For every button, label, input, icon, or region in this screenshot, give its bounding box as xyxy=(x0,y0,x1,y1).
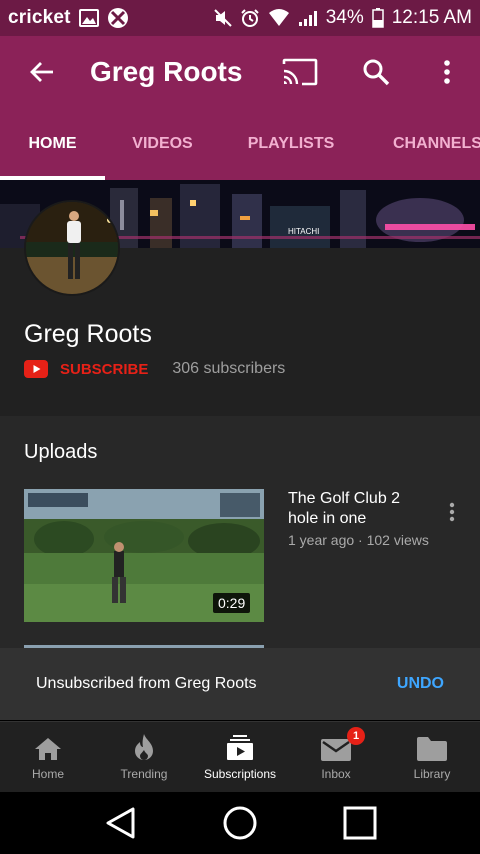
nav-subscriptions[interactable]: Subscriptions xyxy=(192,722,288,792)
tab-playlists[interactable]: PLAYLISTS xyxy=(220,108,362,180)
xbox-icon xyxy=(107,7,129,29)
system-navigation-bar xyxy=(0,792,480,854)
undo-button[interactable]: UNDO xyxy=(397,675,444,693)
cast-button[interactable] xyxy=(262,36,338,108)
snackbar: Unsubscribed from Greg Roots UNDO xyxy=(0,648,480,720)
channel-tabs: HOME VIDEOS PLAYLISTS CHANNELS xyxy=(0,108,480,180)
inbox-badge: 1 xyxy=(347,727,365,745)
search-icon xyxy=(363,59,390,86)
nav-library-label: Library xyxy=(413,767,451,781)
inbox-icon: 1 xyxy=(321,727,365,761)
clock: 12:15 AM xyxy=(391,7,472,28)
uploads-heading: Uploads xyxy=(24,441,98,463)
image-icon xyxy=(78,9,99,27)
banner-sign-text: HITACHI xyxy=(288,227,319,236)
subscriptions-icon xyxy=(226,733,254,761)
channel-name: Greg Roots xyxy=(24,320,152,348)
arrow-back-icon xyxy=(30,62,53,82)
home-icon xyxy=(34,733,62,761)
video-meta: 1 year ago · 102 views xyxy=(288,532,429,548)
nav-subscriptions-label: Subscriptions xyxy=(203,767,277,781)
circle-home-icon xyxy=(223,806,257,840)
video-duration: 0:29 xyxy=(213,593,251,613)
page-title: Greg Roots xyxy=(90,56,243,87)
system-recents-button[interactable] xyxy=(330,798,390,848)
nav-library[interactable]: Library xyxy=(384,722,480,792)
nav-inbox-label: Inbox xyxy=(321,767,351,781)
tab-channels[interactable]: CHANNELS xyxy=(362,108,480,180)
more-vert-icon xyxy=(449,502,455,522)
subscribe-row: SUBSCRIBE 306 subscribers xyxy=(24,360,285,378)
mute-icon xyxy=(213,9,232,27)
status-bar: cricket 34% 12:15 AM xyxy=(0,0,480,36)
subscriber-count: 306 subscribers xyxy=(172,360,286,377)
app-bar: Greg Roots xyxy=(0,36,480,108)
wifi-icon xyxy=(268,9,290,27)
tab-home[interactable]: HOME xyxy=(0,108,105,180)
more-options-button[interactable] xyxy=(414,36,480,108)
folder-icon xyxy=(417,733,447,761)
nav-home[interactable]: Home xyxy=(0,722,96,792)
nav-inbox[interactable]: 1 Inbox xyxy=(288,722,384,792)
subscribe-button[interactable]: SUBSCRIBE xyxy=(24,360,148,378)
system-back-button[interactable] xyxy=(90,798,150,848)
nav-home-label: Home xyxy=(31,767,64,781)
flame-icon xyxy=(133,733,155,761)
more-vert-icon xyxy=(444,60,450,84)
system-home-button[interactable] xyxy=(210,798,270,848)
channel-avatar[interactable] xyxy=(24,200,120,296)
alarm-icon xyxy=(240,8,260,28)
triangle-back-icon xyxy=(106,807,135,839)
nav-trending[interactable]: Trending xyxy=(96,722,192,792)
tab-videos[interactable]: VIDEOS xyxy=(105,108,220,180)
square-recents-icon xyxy=(343,806,377,840)
video-more-button[interactable] xyxy=(436,496,468,528)
back-button[interactable] xyxy=(0,36,84,108)
carrier-name: cricket xyxy=(8,7,71,28)
youtube-logo-icon xyxy=(24,360,48,378)
battery-percent: 34% xyxy=(325,7,364,28)
battery-icon xyxy=(371,8,384,28)
cast-icon xyxy=(282,58,318,86)
snackbar-message: Unsubscribed from Greg Roots xyxy=(36,675,257,692)
bottom-navigation: Home Trending Subscriptions 1 Inbox Libr… xyxy=(0,721,480,792)
nav-trending-label: Trending xyxy=(120,767,168,781)
video-title[interactable]: The Golf Club 2 hole in one xyxy=(288,489,428,529)
search-button[interactable] xyxy=(338,36,414,108)
signal-icon xyxy=(298,9,318,27)
subscribe-label: SUBSCRIBE xyxy=(60,360,149,378)
